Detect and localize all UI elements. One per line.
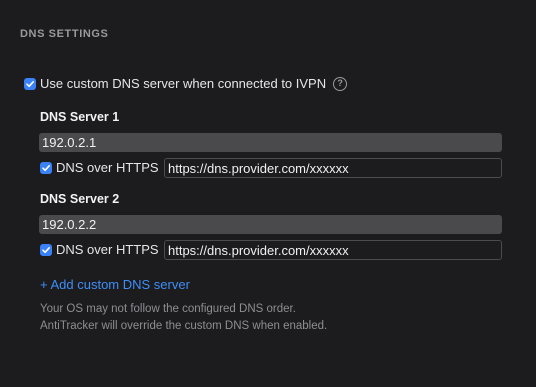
- checkmark-icon: [42, 164, 50, 171]
- info-icon[interactable]: ?: [333, 76, 348, 91]
- custom-dns-row[interactable]: Use custom DNS server when connected to …: [24, 76, 348, 91]
- dns-server-2-doh-row[interactable]: DNS over HTTPS: [40, 242, 159, 257]
- checkmark-icon: [26, 80, 34, 87]
- add-custom-dns-server-link[interactable]: + Add custom DNS server: [40, 277, 190, 292]
- custom-dns-checkbox[interactable]: [24, 77, 36, 90]
- note-antitracker: AntiTracker will override the custom DNS…: [40, 320, 328, 332]
- dns-server-1-doh-label: DNS over HTTPS: [56, 160, 159, 175]
- dns-server-2-doh-url-input[interactable]: [164, 240, 502, 260]
- checkmark-icon: [42, 246, 50, 253]
- dns-server-2-ip-input[interactable]: [39, 215, 502, 234]
- dns-server-2-doh-checkbox[interactable]: [40, 243, 52, 256]
- dns-server-1-doh-checkbox[interactable]: [40, 161, 52, 174]
- dns-server-1-doh-url-input[interactable]: [164, 158, 502, 178]
- section-title: DNS SETTINGS: [20, 28, 109, 40]
- custom-dns-label: Use custom DNS server when connected to …: [40, 76, 327, 91]
- dns-server-1-ip-input[interactable]: [39, 133, 502, 152]
- note-dns-order: Your OS may not follow the configured DN…: [40, 303, 296, 315]
- dns-server-1-title: DNS Server 1: [40, 110, 120, 124]
- dns-server-2-doh-label: DNS over HTTPS: [56, 242, 159, 257]
- dns-server-1-doh-row[interactable]: DNS over HTTPS: [40, 160, 159, 175]
- dns-server-2-title: DNS Server 2: [40, 192, 120, 206]
